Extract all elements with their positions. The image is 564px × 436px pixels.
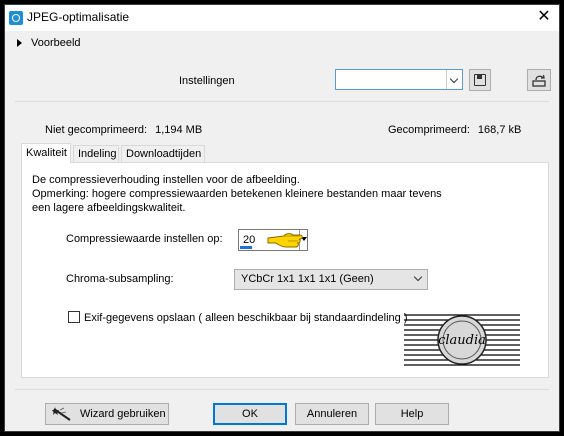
- compressed-label: Gecomprimeerd:: [388, 124, 470, 136]
- exif-label: Exif-gegevens opslaan ( alleen beschikba…: [84, 312, 408, 324]
- settings-label: Instellingen: [179, 75, 235, 87]
- load-preset-button[interactable]: [527, 69, 551, 91]
- preview-toggle[interactable]: Voorbeeld: [5, 31, 559, 57]
- expand-arrow-icon: [17, 39, 22, 47]
- uncompressed-size: Niet gecomprimeerd: 1,194 MB: [45, 124, 202, 136]
- floppy-disk-icon: [474, 74, 486, 86]
- compressed-value: 168,7 kB: [477, 124, 522, 136]
- wizard-button[interactable]: Wizard gebruiken: [45, 403, 169, 425]
- uncompressed-value: 1,194 MB: [155, 124, 203, 136]
- watermark-text: claudia: [438, 333, 486, 348]
- intro-line: Opmerking: hogere compressiewaarden bete…: [32, 188, 442, 200]
- compressed-size: Gecomprimeerd: 168,7 kB: [388, 124, 521, 136]
- compression-value: 20: [243, 234, 256, 246]
- window-title: JPEG-optimalisatie: [27, 10, 130, 24]
- chroma-value: YCbCr 1x1 1x1 1x1 (Geen): [241, 273, 374, 285]
- wizard-button-label: Wizard gebruiken: [80, 408, 166, 420]
- chroma-label: Chroma-subsampling:: [66, 273, 174, 285]
- dialog-window: JPEG-optimalisatie ✕ Voorbeeld Instellin…: [4, 4, 560, 432]
- magic-wand-icon: [52, 407, 71, 421]
- pointing-hand-icon: [267, 233, 303, 248]
- quality-tab-panel: De compressieverhouding instellen voor d…: [21, 162, 549, 378]
- save-preset-button[interactable]: [469, 69, 491, 91]
- uncompressed-label: Niet gecomprimeerd:: [45, 124, 148, 136]
- separator: [15, 389, 549, 390]
- chevron-down-icon: [446, 70, 462, 89]
- help-button[interactable]: Help: [375, 403, 449, 425]
- tab-indeling[interactable]: Indeling: [73, 145, 119, 162]
- load-preset-icon: [532, 74, 546, 87]
- settings-preset-select[interactable]: [335, 69, 463, 90]
- preview-label: Voorbeeld: [31, 37, 81, 49]
- chroma-subsampling-select[interactable]: YCbCr 1x1 1x1 1x1 (Geen): [234, 269, 428, 290]
- compression-label: Compressiewaarde instellen op:: [66, 233, 223, 245]
- tab-downloadtijden[interactable]: Downloadtijden: [121, 145, 205, 162]
- intro-line: De compressieverhouding instellen voor d…: [32, 174, 300, 186]
- camera-icon: [9, 11, 23, 25]
- intro-line: een lagere afbeeldingskwaliteit.: [32, 202, 186, 214]
- separator: [15, 101, 549, 102]
- chevron-down-icon: [413, 272, 423, 282]
- close-button[interactable]: ✕: [533, 7, 555, 27]
- outer-frame: JPEG-optimalisatie ✕ Voorbeeld Instellin…: [0, 0, 564, 436]
- exif-option[interactable]: Exif-gegevens opslaan ( alleen beschikba…: [68, 311, 407, 324]
- tab-kwaliteit[interactable]: Kwaliteit: [21, 143, 71, 163]
- exif-checkbox[interactable]: [68, 311, 80, 323]
- cancel-button[interactable]: Annuleren: [295, 403, 369, 425]
- claudia-watermark: claudia: [404, 314, 520, 366]
- title-bar: JPEG-optimalisatie ✕: [5, 5, 559, 31]
- ok-button[interactable]: OK: [213, 403, 287, 425]
- close-icon: ✕: [537, 8, 551, 25]
- compression-level-bar: [240, 246, 252, 249]
- intro-text: De compressieverhouding instellen voor d…: [32, 173, 512, 215]
